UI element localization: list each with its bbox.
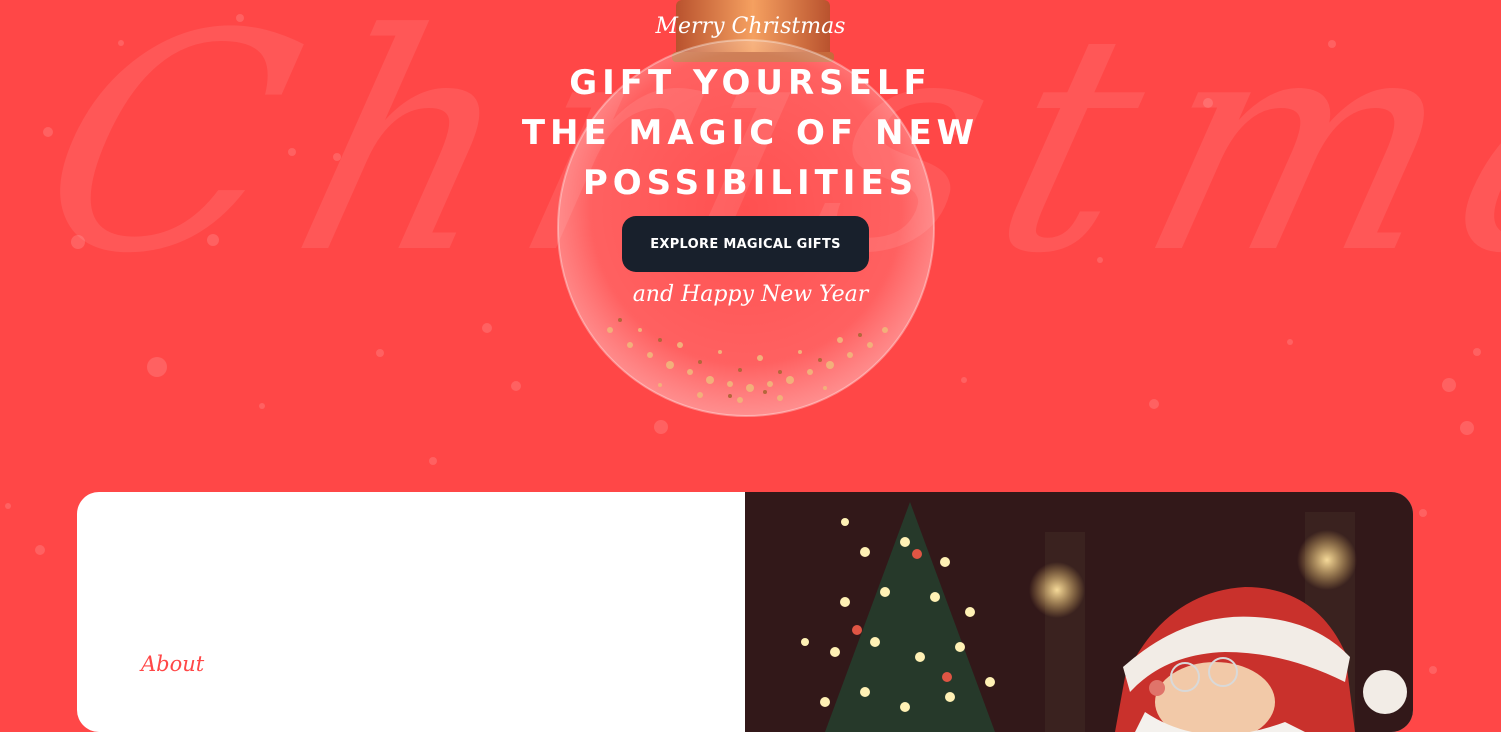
headline-line-3: POSSIBILITIES — [582, 163, 919, 203]
about-section-card: About — [77, 492, 1413, 732]
happy-new-year-script: and Happy New Year — [632, 282, 869, 307]
headline-line-1: GIFT YOURSELF — [569, 63, 932, 103]
merry-christmas-script: Merry Christmas — [655, 14, 846, 39]
santa-christmas-tree-image — [745, 492, 1413, 732]
headline-line-2: THE MAGIC OF NEW — [521, 113, 980, 153]
explore-magical-gifts-button[interactable]: EXPLORE MAGICAL GIFTS — [622, 216, 869, 272]
about-label: About — [141, 652, 205, 676]
hero-headline: GIFT YOURSELF THE MAGIC OF NEW POSSIBILI… — [0, 58, 1501, 208]
